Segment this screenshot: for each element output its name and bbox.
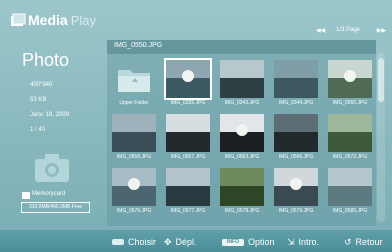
enter-icon: ⇲: [287, 236, 295, 247]
thumbnail-label: IMG_0344.JPG: [278, 100, 314, 106]
photo-thumbnail: [328, 60, 372, 98]
photo-index: 1 / 40: [30, 127, 46, 133]
thumbnail-label: IMG_0550.JPG: [332, 100, 368, 106]
photo-thumbnail-item[interactable]: IMG_0580.JPG: [325, 165, 375, 218]
page-indicator: ◀◀ 1/3 Page ▶▶: [316, 27, 386, 37]
photo-thumbnail: [220, 60, 264, 98]
header: Media Play ◀◀ 1/3 Page ▶▶: [0, 0, 392, 40]
current-file-name: IMG_0550.JPG: [114, 42, 163, 49]
return-label: Retour: [355, 237, 383, 247]
thumbnail-label: IMG_0578.JPG: [224, 208, 260, 214]
thumbnail-label: IMG_0557.JPG: [170, 154, 206, 160]
thumbnail-label: IMG_0576.JPG: [116, 208, 152, 214]
camera-icon: [35, 154, 69, 182]
photo-thumbnail-item[interactable]: IMG_0557.JPG: [163, 111, 213, 164]
folder-icon: [112, 60, 156, 98]
brand-logo: Media Play: [10, 9, 96, 31]
photo-thumbnail: [112, 168, 156, 206]
media-play-screen: Media Play ◀◀ 1/3 Page ▶▶ Photo 400*340 …: [0, 0, 392, 252]
photo-thumbnail: [274, 60, 318, 98]
thumbnail-grid: Upper Folder IMG_0335.JPG IMG_0343.JPG IMG_…: [109, 57, 377, 223]
thumbnail-label: IMG_0579.JPG: [278, 208, 314, 214]
brand-sub: Play: [70, 12, 96, 28]
photo-thumbnail: [220, 168, 264, 206]
move-label: Dépl.: [175, 237, 197, 247]
media-folder-icon: [11, 13, 26, 26]
enter-hint[interactable]: ⇲ Intro.: [287, 236, 319, 248]
photo-thumbnail: [112, 114, 156, 152]
photo-resolution: 400*340: [30, 82, 53, 88]
scrollbar-thumb[interactable]: [378, 58, 384, 102]
photo-thumbnail-item[interactable]: IMG_0572.JPG: [325, 111, 375, 164]
thumbnail-label: IMG_0580.JPG: [332, 208, 368, 214]
storage-free-space: 315.0MB/495.0MB Free: [21, 202, 90, 213]
photo-thumbnail-item[interactable]: IMG_0566.JPG: [271, 111, 321, 164]
thumbnail-label: IMG_0556.JPG: [116, 154, 152, 160]
thumbnail-label: IMG_0566.JPG: [278, 154, 314, 160]
photo-size: 53 KB: [30, 97, 47, 103]
return-icon: ↺: [344, 236, 352, 247]
thumbnail-label: IMG_0343.JPG: [224, 100, 260, 106]
select-key-icon: [112, 239, 124, 245]
photo-thumbnail: [164, 58, 212, 100]
photo-thumbnail: [166, 114, 210, 152]
photo-thumbnail-item[interactable]: IMG_0577.JPG: [163, 165, 213, 218]
photo-thumbnail-item[interactable]: IMG_0343.JPG: [217, 57, 267, 110]
photo-thumbnail: [274, 114, 318, 152]
photo-thumbnail-item[interactable]: IMG_0550.JPG: [325, 57, 375, 110]
thumbnail-label: IMG_0572.JPG: [332, 154, 368, 160]
photo-thumbnail-item[interactable]: IMG_0578.JPG: [217, 165, 267, 218]
move-hint[interactable]: ✥ Dépl.: [164, 236, 197, 248]
photo-thumbnail-item[interactable]: IMG_0335.JPG: [163, 57, 213, 110]
file-info-panel: Photo 400*340 53 KB Janv. 18, 2009 1 / 4…: [0, 40, 104, 228]
fast-forward-icon[interactable]: ▶▶: [377, 27, 386, 34]
photo-thumbnail-item[interactable]: IMG_0344.JPG: [271, 57, 321, 110]
photo-thumbnail: [220, 114, 264, 152]
return-hint[interactable]: ↺ Retour: [344, 236, 383, 248]
photo-thumbnail: [274, 168, 318, 206]
photo-thumbnail: [328, 168, 372, 206]
upper-folder-item[interactable]: Upper Folder: [109, 57, 159, 110]
option-hint[interactable]: INFO Option: [222, 236, 275, 248]
info-key-icon: INFO: [222, 238, 244, 246]
select-label: Choisir: [128, 237, 157, 247]
photo-thumbnail: [328, 114, 372, 152]
photo-thumbnail-item[interactable]: IMG_0556.JPG: [109, 111, 159, 164]
photo-thumbnail: [166, 168, 210, 206]
thumbnail-label: IMG_0563.JPG: [224, 154, 260, 160]
option-label: Option: [248, 237, 275, 247]
thumbnail-label: Upper Folder: [119, 100, 149, 106]
photo-thumbnail-item[interactable]: IMG_0579.JPG: [271, 165, 321, 218]
dpad-icon: ✥: [164, 236, 172, 247]
select-hint[interactable]: Choisir: [112, 236, 156, 248]
photo-thumbnail-item[interactable]: IMG_0576.JPG: [109, 165, 159, 218]
photo-thumbnail-item[interactable]: IMG_0563.JPG: [217, 111, 267, 164]
thumbnail-label: IMG_0335.JPG: [170, 100, 206, 106]
rewind-icon[interactable]: ◀◀: [316, 27, 325, 34]
brand-main: Media: [28, 12, 68, 28]
page-count: 1/3 Page: [336, 27, 361, 33]
memorycard-icon: [22, 192, 30, 199]
storage-label: Memorycard: [32, 191, 66, 197]
page-title: Photo: [22, 50, 70, 70]
thumbnail-label: IMG_0577.JPG: [170, 208, 206, 214]
enter-label: Intro.: [298, 237, 320, 247]
bottom-hint-bar: Choisir ✥ Dépl. INFO Option ⇲ Intro. ↺ R…: [0, 230, 392, 252]
photo-date: Janv. 18, 2009: [30, 112, 69, 118]
